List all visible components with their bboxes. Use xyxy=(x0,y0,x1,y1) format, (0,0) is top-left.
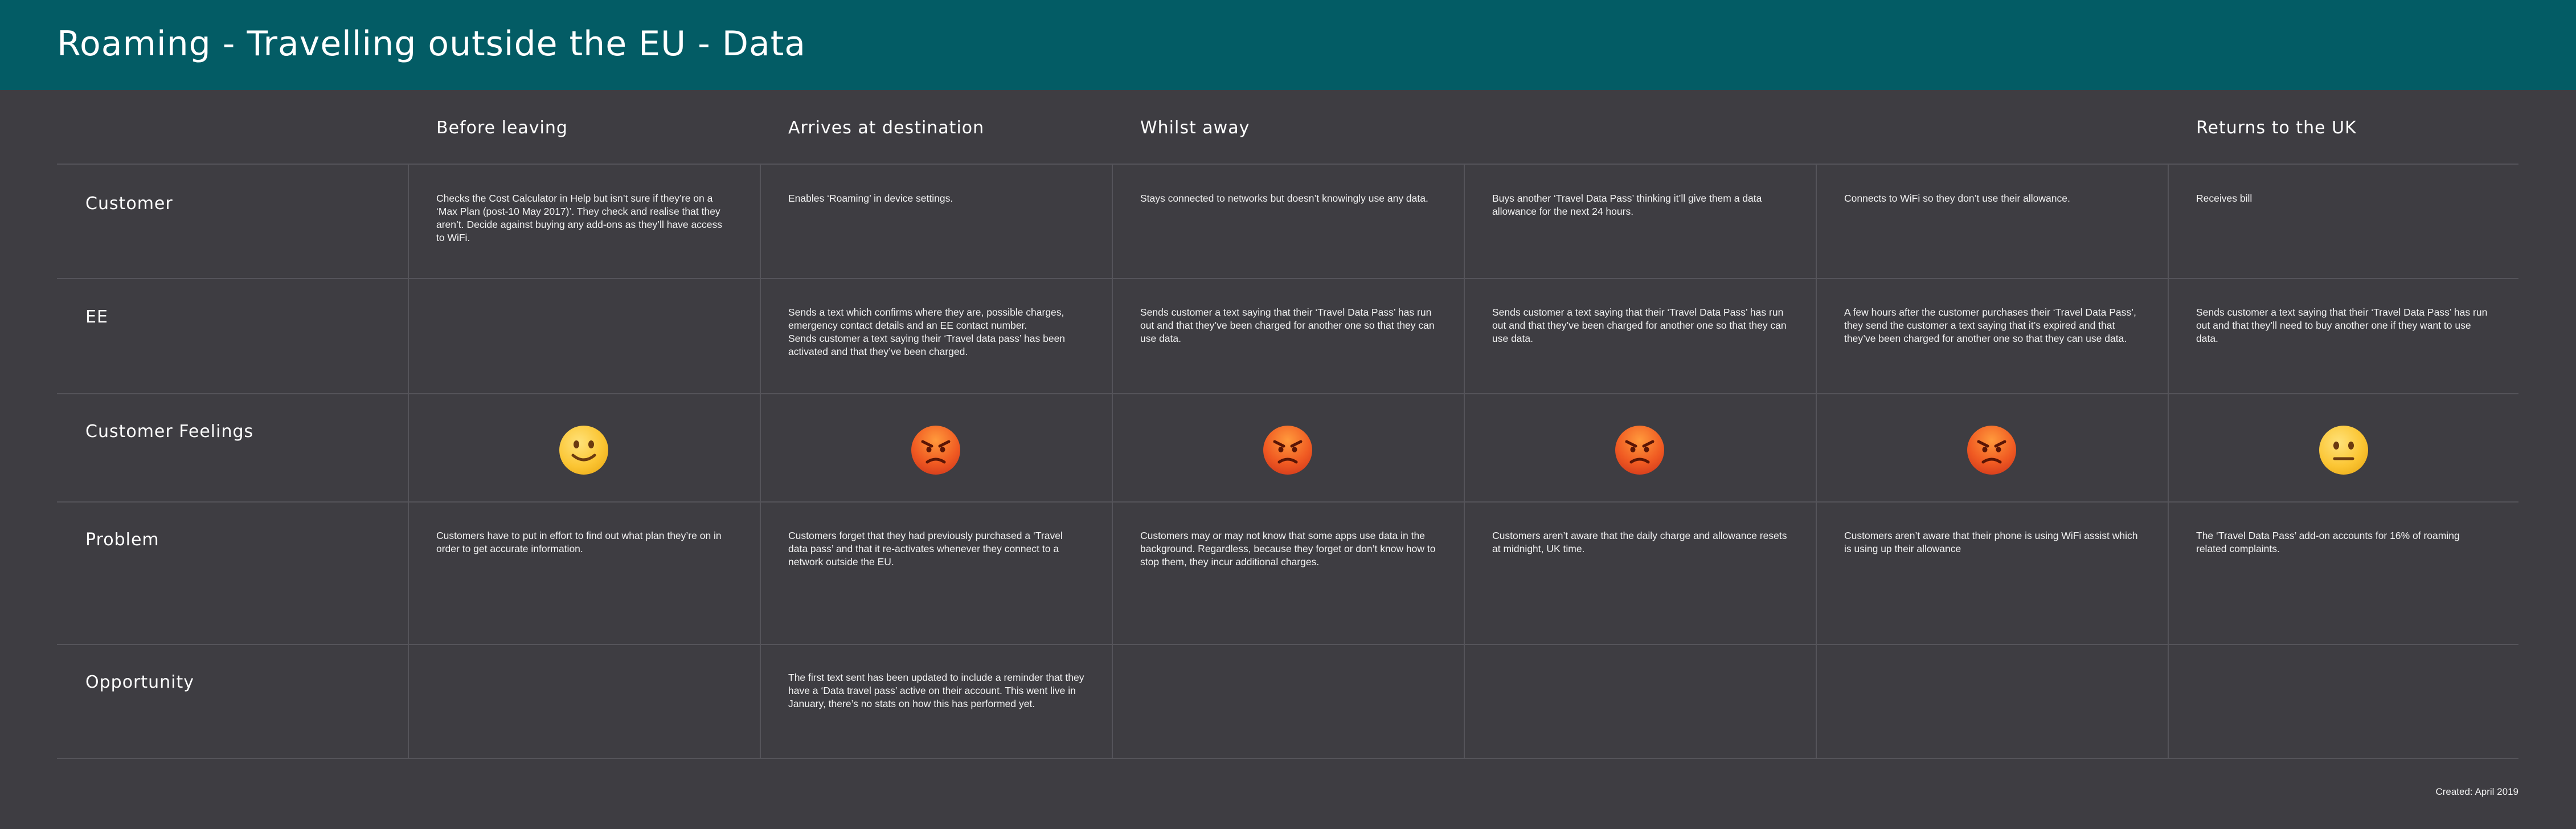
row-divider xyxy=(57,393,2518,394)
ee-cell-whilst-away-3: A few hours after the customer purchases… xyxy=(1844,307,2136,344)
angry-face-icon xyxy=(911,426,960,475)
row-label-ee: EE xyxy=(85,307,108,327)
column-divider xyxy=(1112,164,1113,758)
customer-cell-whilst-away-2: Buys another ‘Travel Data Pass’ thinking… xyxy=(1492,193,1762,217)
column-divider xyxy=(1464,164,1465,758)
opportunity-cell-arrives: The first text sent has been updated to … xyxy=(788,672,1084,709)
problem-cell-returns: The ‘Travel Data Pass’ add-on accounts f… xyxy=(2196,530,2460,554)
customer-cell-arrives: Enables ‘Roaming’ in device settings. xyxy=(788,193,953,204)
ee-cell-arrives: Sends a text which confirms where they a… xyxy=(788,307,1066,357)
row-divider xyxy=(57,164,2518,165)
header-bar: Roaming - Travelling outside the EU - Da… xyxy=(0,0,2576,90)
row-divider xyxy=(57,501,2518,503)
column-divider xyxy=(1816,164,1817,758)
phase-whilst-away: Whilst away xyxy=(1140,118,1250,138)
phase-returns-to-uk: Returns to the UK xyxy=(2196,118,2357,138)
angry-face-icon xyxy=(1263,426,1312,475)
neutral-face-icon xyxy=(2319,426,2368,475)
page-title: Roaming - Travelling outside the EU - Da… xyxy=(57,24,806,64)
row-divider xyxy=(57,758,2518,759)
row-label-customer-feelings: Customer Feelings xyxy=(85,422,254,442)
customer-cell-returns: Receives bill xyxy=(2196,193,2253,204)
row-divider xyxy=(57,644,2518,645)
row-label-problem: Problem xyxy=(85,530,159,550)
problem-cell-whilst-away-1: Customers may or may not know that some … xyxy=(1140,530,1436,567)
column-divider xyxy=(760,164,761,758)
problem-cell-arrives: Customers forget that they had previousl… xyxy=(788,530,1063,567)
angry-face-icon xyxy=(1615,426,1664,475)
customer-cell-whilst-away-1: Stays connected to networks but doesn’t … xyxy=(1140,193,1428,204)
customer-cell-before-leaving: Checks the Cost Calculator in Help but i… xyxy=(436,193,722,243)
problem-cell-whilst-away-2: Customers aren’t aware that the daily ch… xyxy=(1492,530,1787,554)
problem-cell-whilst-away-3: Customers aren’t aware that their phone … xyxy=(1844,530,2138,554)
row-label-opportunity: Opportunity xyxy=(85,672,195,692)
column-divider xyxy=(2168,164,2169,758)
phase-before-leaving: Before leaving xyxy=(436,118,568,138)
slightly-smiling-face-icon xyxy=(559,426,608,475)
ee-cell-returns: Sends customer a text saying that their … xyxy=(2196,307,2488,344)
phase-arrives-at-destination: Arrives at destination xyxy=(788,118,985,138)
angry-face-icon xyxy=(1967,426,2016,475)
created-date: Created: April 2019 xyxy=(2435,786,2518,797)
row-divider xyxy=(57,278,2518,279)
row-label-customer: Customer xyxy=(85,194,173,214)
problem-cell-before-leaving: Customers have to put in effort to find … xyxy=(436,530,722,554)
column-divider xyxy=(408,164,409,758)
ee-cell-whilst-away-1: Sends customer a text saying that their … xyxy=(1140,307,1435,344)
ee-cell-whilst-away-2: Sends customer a text saying that their … xyxy=(1492,307,1787,344)
customer-cell-whilst-away-3: Connects to WiFi so they don’t use their… xyxy=(1844,193,2070,204)
